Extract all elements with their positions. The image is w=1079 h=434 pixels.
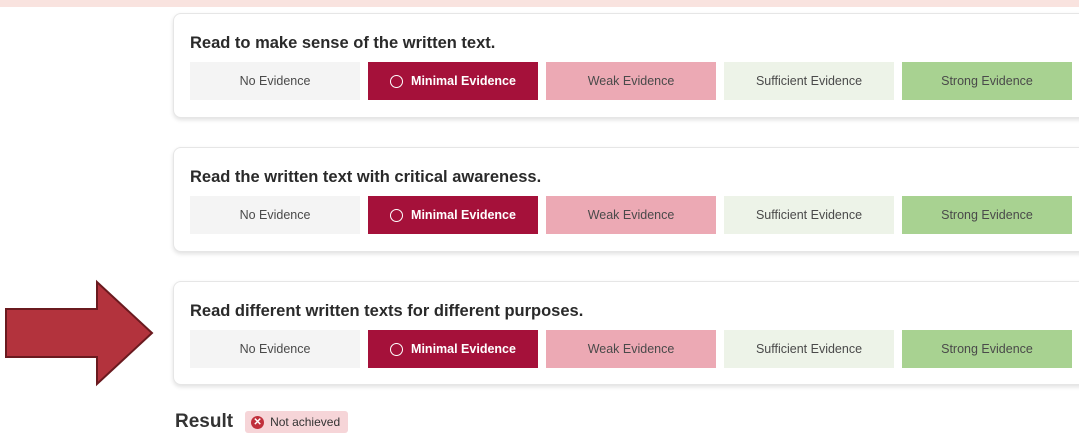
option-strong-evidence[interactable]: Strong Evidence: [902, 62, 1072, 100]
option-minimal-evidence[interactable]: Minimal Evidence: [368, 330, 538, 368]
option-label: Minimal Evidence: [411, 208, 516, 222]
pointer-arrow-icon: [5, 279, 154, 387]
radio-circle-icon: [390, 342, 404, 356]
option-label: No Evidence: [239, 74, 311, 88]
criterion-card: Read the written text with critical awar…: [173, 147, 1079, 252]
option-label: Sufficient Evidence: [755, 342, 863, 356]
criterion-card: Read different written texts for differe…: [173, 281, 1079, 385]
option-label: Weak Evidence: [587, 74, 675, 88]
option-label: Minimal Evidence: [411, 342, 516, 356]
evidence-options: No Evidence Minimal Evidence Weak Eviden…: [190, 330, 1079, 368]
criterion-card: Read to make sense of the written text. …: [173, 13, 1079, 118]
option-label: Minimal Evidence: [411, 74, 516, 88]
option-sufficient-evidence[interactable]: Sufficient Evidence: [724, 196, 894, 234]
result-row: Result ✕ Not achieved: [175, 410, 349, 434]
option-label: Strong Evidence: [941, 342, 1033, 356]
x-circle-icon: ✕: [251, 415, 265, 429]
option-weak-evidence[interactable]: Weak Evidence: [546, 196, 716, 234]
option-label: Weak Evidence: [587, 208, 675, 222]
option-sufficient-evidence[interactable]: Sufficient Evidence: [724, 62, 894, 100]
option-no-evidence[interactable]: No Evidence: [190, 196, 360, 234]
top-band: [0, 0, 1079, 7]
option-strong-evidence[interactable]: Strong Evidence: [902, 196, 1072, 234]
option-weak-evidence[interactable]: Weak Evidence: [546, 62, 716, 100]
criterion-title: Read the written text with critical awar…: [190, 168, 542, 186]
radio-circle-icon: [390, 74, 404, 88]
criterion-title: Read different written texts for differe…: [190, 302, 584, 320]
option-label: Weak Evidence: [587, 342, 675, 356]
option-label: No Evidence: [239, 208, 311, 222]
option-no-evidence[interactable]: No Evidence: [190, 330, 360, 368]
option-minimal-evidence[interactable]: Minimal Evidence: [368, 196, 538, 234]
option-sufficient-evidence[interactable]: Sufficient Evidence: [724, 330, 894, 368]
option-weak-evidence[interactable]: Weak Evidence: [546, 330, 716, 368]
option-label: Sufficient Evidence: [755, 208, 863, 222]
radio-circle-icon: [390, 208, 404, 222]
option-label: Strong Evidence: [941, 74, 1033, 88]
status-text: Not achieved: [270, 415, 341, 429]
option-label: Strong Evidence: [941, 208, 1033, 222]
criterion-title: Read to make sense of the written text.: [190, 34, 496, 52]
evidence-options: No Evidence Minimal Evidence Weak Eviden…: [190, 196, 1079, 234]
option-strong-evidence[interactable]: Strong Evidence: [902, 330, 1072, 368]
option-no-evidence[interactable]: No Evidence: [190, 62, 360, 100]
option-minimal-evidence[interactable]: Minimal Evidence: [368, 62, 538, 100]
option-label: No Evidence: [239, 342, 311, 356]
option-label: Sufficient Evidence: [755, 74, 863, 88]
evidence-options: No Evidence Minimal Evidence Weak Eviden…: [190, 62, 1079, 100]
